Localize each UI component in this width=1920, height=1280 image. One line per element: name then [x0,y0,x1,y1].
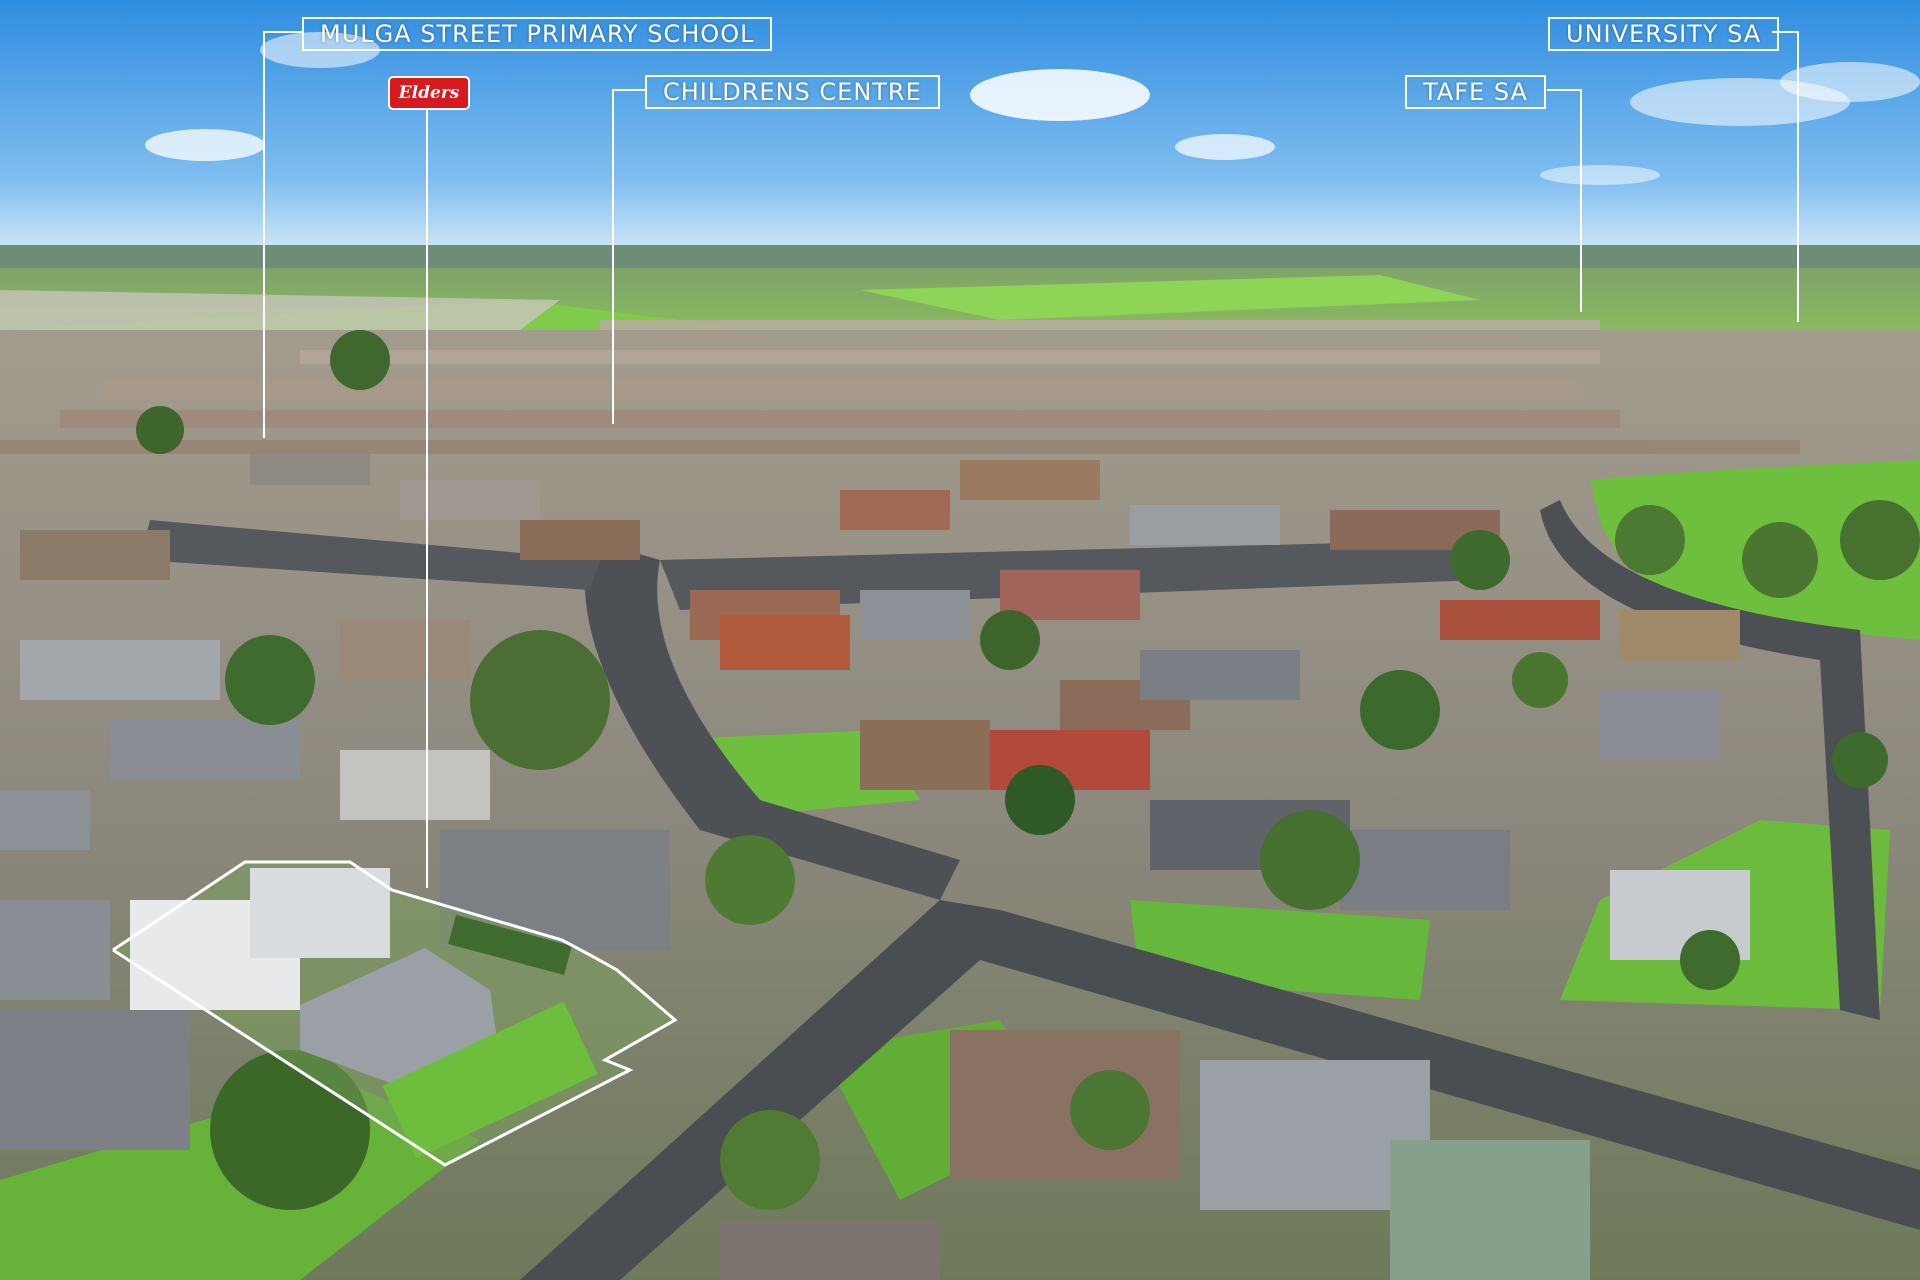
elders-logo-text: Elders [398,83,460,103]
cloud [1175,134,1275,160]
cloud [970,69,1150,121]
school-label: MULGA STREET PRIMARY SCHOOL [302,17,773,51]
university-label: UNIVERSITY SA [1548,17,1780,51]
tafe-label: TAFE SA [1405,75,1546,109]
aerial-scene-svg [0,0,1920,1280]
cloud [1540,165,1660,185]
cloud [145,129,265,161]
elders-logo-icon: Elders [388,76,470,110]
subject-garage [250,868,390,958]
aerial-photo: MULGA STREET PRIMARY SCHOOL CHILDRENS CE… [0,0,1920,1280]
childrens-centre-label: CHILDRENS CENTRE [645,75,940,109]
cloud [1780,62,1920,102]
